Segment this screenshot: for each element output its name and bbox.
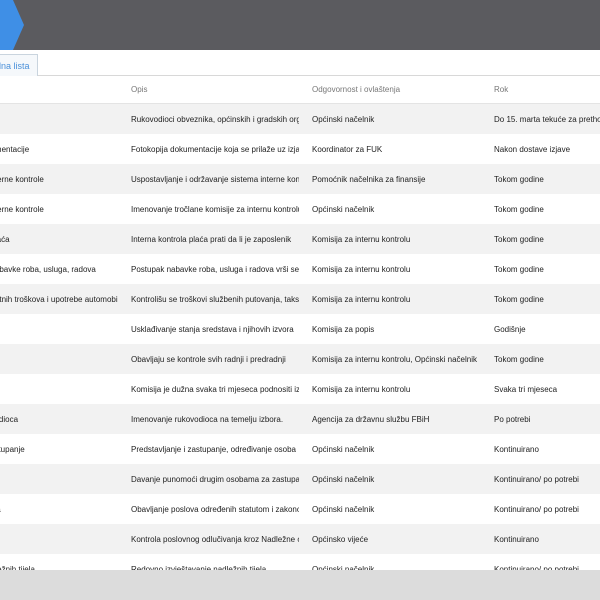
table-row[interactable]: okumentacije Fotokopija dokumentacije koj…	[0, 134, 600, 164]
description-cell: Kontrola poslovnog odlučivanja kroz Nadl…	[131, 534, 299, 544]
table-row[interactable]: e interne kontrole Uspostavljanje i održa…	[0, 164, 600, 194]
description-cell: Redovno izvještavanje nadležnih tijela.	[131, 564, 269, 571]
row-name-cell	[0, 344, 118, 374]
table-row[interactable]: i zastupanje Predstavljanje i zastupanje,…	[0, 434, 600, 464]
responsibility-cell: Komisija za internu kontrolu	[312, 294, 411, 304]
row-name-cell: la plaća	[0, 234, 10, 244]
row-name-cell: okumentacije	[0, 144, 30, 154]
column-header-opis[interactable]: Opis	[131, 76, 299, 103]
responsibility-cell: Općinsko vijeće	[312, 534, 369, 544]
description-cell: Obavljaju se kontrole svih radnji i pred…	[131, 354, 286, 364]
table-row[interactable]: nadležnih tiiela Redovno izvještavanje na…	[0, 554, 600, 570]
responsibility-cell: Agencija za državnu službu FBiH	[312, 414, 430, 424]
responsibility-cell: Koordinator za FUK	[312, 144, 383, 154]
deadline-cell: Kontinuirano/ po potrebi	[494, 504, 579, 514]
description-cell: Komisija je dužna svaka tri mjeseca podn…	[131, 384, 299, 394]
deadline-cell: Kontinuirano/ po potrebi	[494, 564, 579, 571]
row-name-cell: kovodioca	[0, 414, 19, 424]
responsibility-cell: Općinski načelnik	[312, 564, 375, 571]
deadline-cell: Tokom godine	[494, 354, 544, 364]
description-cell: Usklađivanje stanja sredstava i njihovih…	[131, 324, 294, 334]
description-cell: Uspostavljanje i održavanje sistema inte…	[131, 174, 299, 184]
table-row[interactable]: kovodioca Imenovanje rukovodioca na temel…	[0, 404, 600, 434]
responsibility-cell: Komisija za internu kontrolu, Općinski n…	[312, 354, 477, 364]
column-header[interactable]	[0, 76, 118, 103]
row-name-cell	[0, 524, 118, 554]
description-cell: Obavljanje poslova određenih statutom i …	[131, 504, 299, 514]
deadline-cell: Godišnje	[494, 324, 526, 334]
data-grid: Opis Odgovornost i ovlaštenja Rok e 1a Ru…	[0, 76, 600, 570]
deadline-cell: Tokom godine	[494, 234, 544, 244]
row-name-cell: la putnih troškova i upotrebe automobila	[0, 294, 118, 304]
footer-bar	[0, 570, 600, 600]
table-row[interactable]: slova Obavljanje poslova određenih statut…	[0, 494, 600, 524]
tab-lista[interactable]: olna lista	[0, 54, 38, 76]
column-header-odgovornost[interactable]: Odgovornost i ovlaštenja	[312, 76, 482, 103]
row-name-cell: slova	[0, 494, 118, 524]
table-row[interactable]: sije Komisija je dužna svaka tri mjeseca …	[0, 374, 600, 404]
deadline-cell: Tokom godine	[494, 204, 544, 214]
tab-strip: olna lista	[0, 50, 600, 76]
responsibility-cell: Općinski načelnik	[312, 444, 375, 454]
column-header-rok[interactable]: Rok	[494, 76, 600, 103]
table-row[interactable]: Kontrola poslovnog odlučivanja kroz Nadl…	[0, 524, 600, 554]
description-cell: Fotokopija dokumentacije koja se prilaže…	[131, 144, 299, 154]
description-cell: Rukovodioci obveznika, općinskih i grads…	[131, 114, 299, 124]
row-name-cell: la nabavke roba, usluga, radova	[0, 264, 96, 274]
responsibility-cell: Općinski načelnik	[312, 204, 375, 214]
responsibility-cell: Općinski načelnik	[312, 114, 375, 124]
deadline-cell: Tokom godine	[494, 264, 544, 274]
description-cell: Postupak nabavke roba, usluga i radova v…	[131, 264, 299, 274]
description-cell: Imenovanje rukovodioca na temelju izbora…	[131, 414, 284, 424]
deadline-cell: Nakon dostave izjave	[494, 144, 571, 154]
table-header: Opis Odgovornost i ovlaštenja Rok	[0, 76, 600, 104]
table-row[interactable]: Obavljaju se kontrole svih radnji i pred…	[0, 344, 600, 374]
description-cell: Davanje punomoći drugim osobama za zastu…	[131, 474, 299, 484]
responsibility-cell: Općinski načelnik	[312, 504, 375, 514]
deadline-cell: Kontinuirano	[494, 444, 539, 454]
deadline-cell: Po potrebi	[494, 414, 531, 424]
table-row[interactable]: la plaća Interna kontrola plaća prati da …	[0, 224, 600, 254]
row-name-cell: nadležnih tiiela	[0, 564, 35, 571]
responsibility-cell: Komisija za internu kontrolu	[312, 264, 411, 274]
responsibility-cell: Komisija za internu kontrolu	[312, 384, 411, 394]
table-row[interactable]: la nabavke roba, usluga, radova Postupak …	[0, 254, 600, 284]
top-bar	[0, 0, 600, 50]
deadline-cell: Svaka tri mjeseca	[494, 384, 558, 394]
row-name-cell: sa	[0, 314, 118, 344]
description-cell: Kontrolišu se troškovi službenih putovan…	[131, 294, 299, 304]
row-name-cell: moći	[0, 464, 118, 494]
description-cell: Predstavljanje i zastupanje, određivanje…	[131, 444, 296, 454]
description-cell: Interna kontrola plaća prati da li je za…	[131, 234, 292, 244]
row-name-cell: e interne kontrole	[0, 204, 44, 214]
table-row[interactable]: sa Usklađivanje stanja sredstava i njihov…	[0, 314, 600, 344]
deadline-cell: Tokom godine	[494, 174, 544, 184]
row-name-cell: sije	[0, 374, 118, 404]
deadline-cell: Kontinuirano/ po potrebi	[494, 474, 579, 484]
chevron-right-icon[interactable]	[0, 0, 24, 50]
deadline-cell: Tokom godine	[494, 294, 544, 304]
responsibility-cell: Općinski načelnik	[312, 474, 375, 484]
table-row[interactable]: e 1a Rukovodioci obveznika, općinskih i g…	[0, 104, 600, 134]
responsibility-cell: Komisija za popis	[312, 324, 375, 334]
responsibility-cell: Pomoćnik načelnika za finansije	[312, 174, 426, 184]
description-cell: Imenovanje tročlane komisije za internu …	[131, 204, 299, 214]
responsibility-cell: Komisija za internu kontrolu	[312, 234, 411, 244]
row-name-cell: e interne kontrole	[0, 174, 44, 184]
deadline-cell: Do 15. marta tekuće za prethodnu	[494, 114, 600, 124]
table-row[interactable]: la putnih troškova i upotrebe automobila…	[0, 284, 600, 314]
table-row[interactable]: moći Davanje punomoći drugim osobama za z…	[0, 464, 600, 494]
table-row[interactable]: e interne kontrole Imenovanje tročlane ko…	[0, 194, 600, 224]
deadline-cell: Kontinuirano	[494, 534, 539, 544]
row-name-cell: i zastupanje	[0, 444, 25, 454]
row-name-cell: e 1a	[0, 104, 118, 134]
